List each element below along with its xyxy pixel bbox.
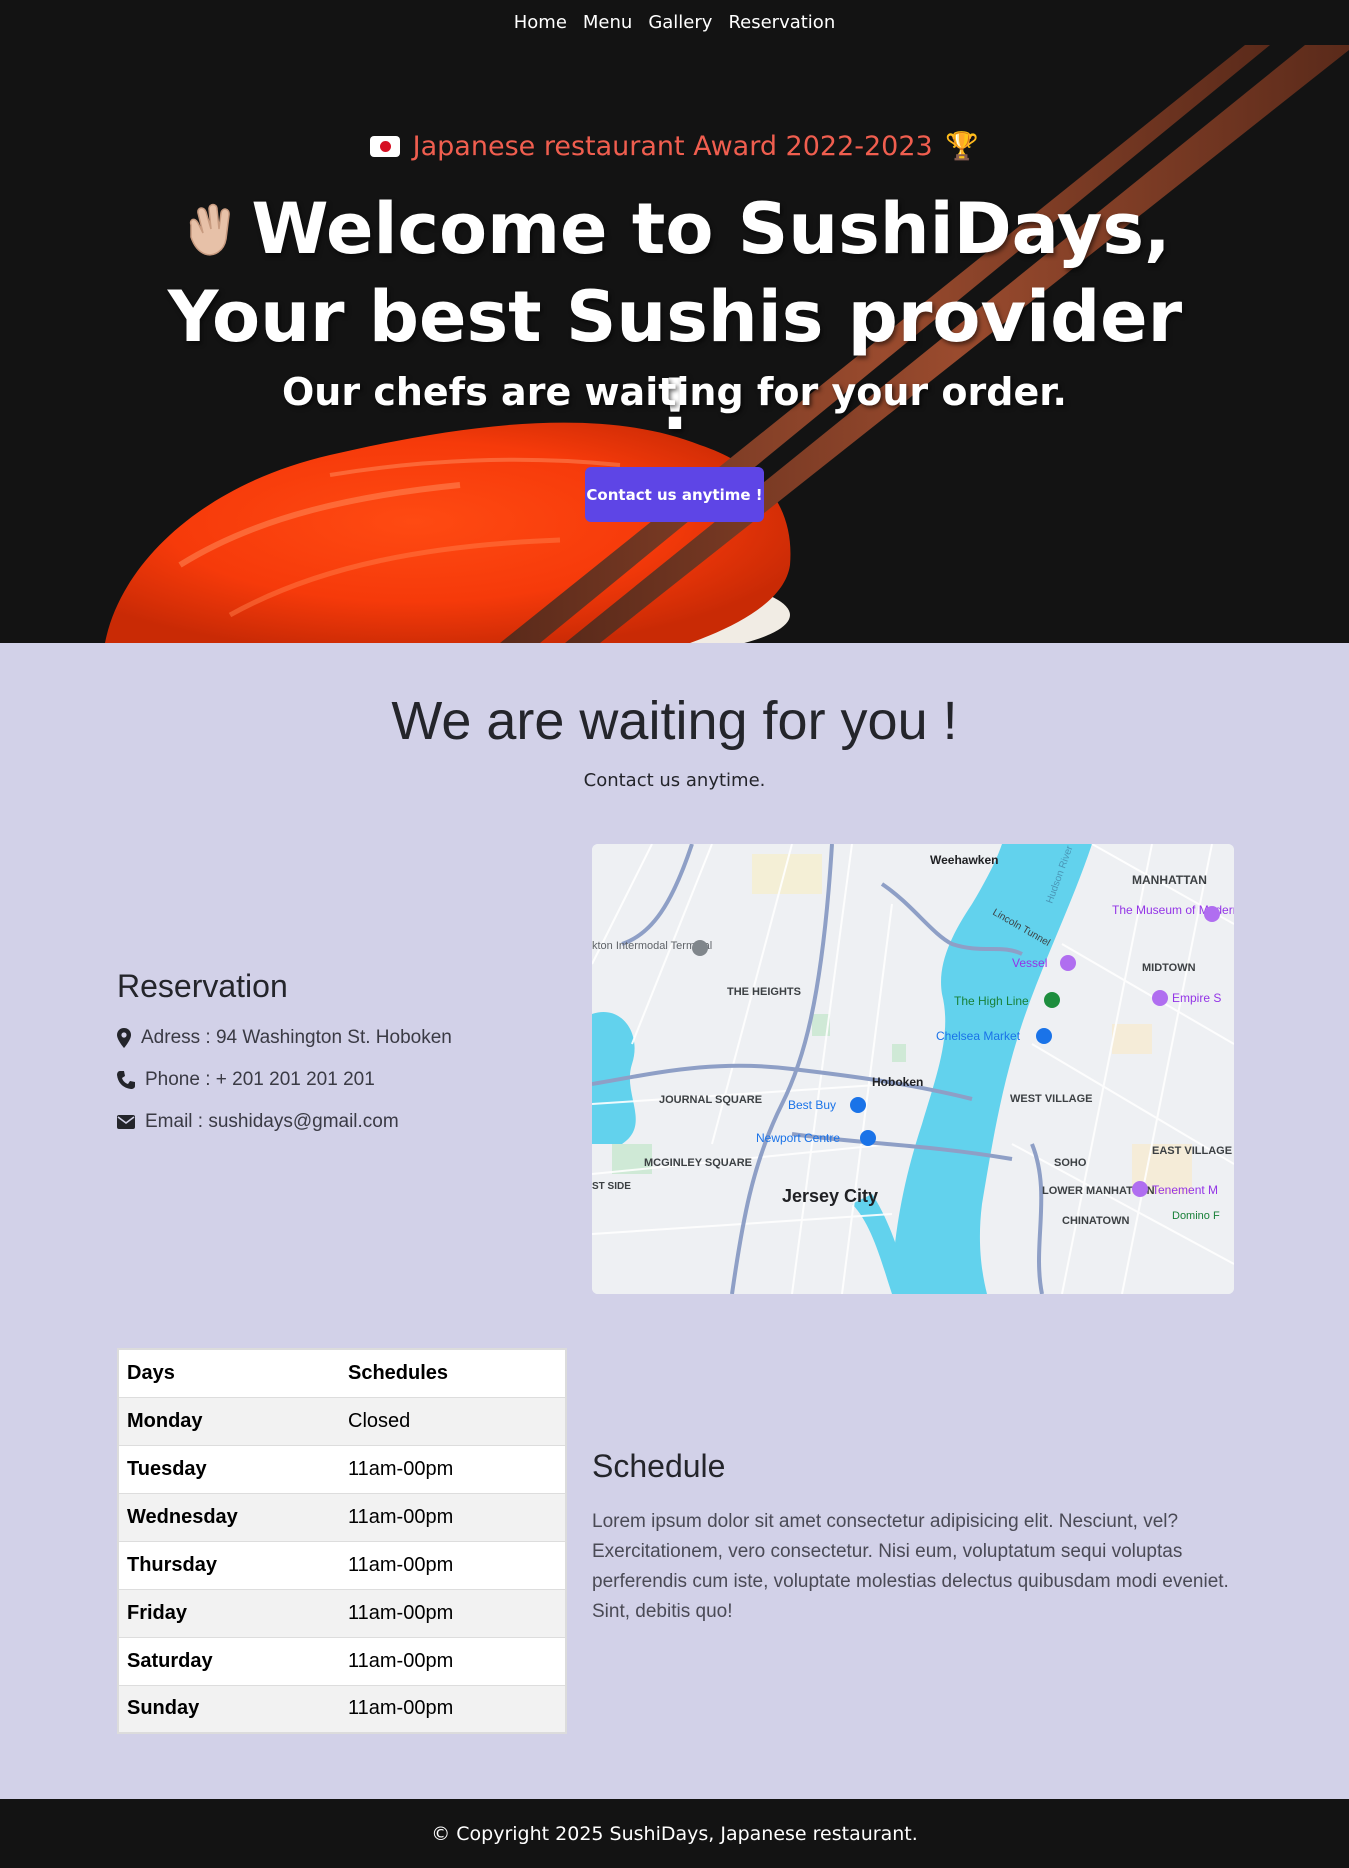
footer-text: © Copyright 2025 SushiDays, Japanese res…	[431, 1822, 918, 1845]
map-label-midtown: MIDTOWN	[1142, 962, 1196, 974]
map-label-tenement: Tenement M	[1152, 1183, 1218, 1197]
map-label-eastvillage: EAST VILLAGE	[1152, 1145, 1232, 1157]
award-line: Japanese restaurant Award 2022-2023 🏆	[0, 130, 1349, 162]
award-text: Japanese restaurant Award 2022-2023	[412, 131, 933, 162]
map-label-empire: Empire S	[1172, 991, 1221, 1005]
table-cell-hours: 11am-00pm	[340, 1684, 566, 1733]
map-label-westside: ST SIDE	[592, 1181, 631, 1192]
schedule-block: Schedule Lorem ipsum dolor sit amet cons…	[592, 1448, 1242, 1627]
table-row: Friday 11am-00pm	[118, 1588, 566, 1637]
table-header-row: Days Schedules	[118, 1348, 566, 1397]
contact-title: We are waiting for you !	[391, 691, 958, 751]
table-cell-day: Friday	[118, 1588, 340, 1637]
table-cell-hours: 11am-00pm	[340, 1588, 566, 1637]
map-label-journal: JOURNAL SQUARE	[659, 1094, 762, 1106]
hero-subtitle: Our chefs are waiting for your order.	[282, 370, 1067, 414]
japan-flag-icon	[370, 136, 401, 157]
map-label-chelsea: Chelsea Market	[936, 1029, 1021, 1043]
table-cell-day: Wednesday	[118, 1492, 340, 1541]
phone-row: Phone : + 201 201 201 201	[117, 1069, 547, 1091]
schedule-table: Days Schedules Monday Closed Tuesday 11a…	[117, 1348, 567, 1734]
table-row: Thursday 11am-00pm	[118, 1540, 566, 1589]
contact-button[interactable]: Contact us anytime !	[585, 467, 764, 522]
table-cell-hours: 11am-00pm	[340, 1492, 566, 1541]
reservation-heading: Reservation	[117, 968, 288, 1004]
table-row: Sunday 11am-00pm	[118, 1684, 566, 1733]
address-row: Adress : 94 Washington St. Hoboken	[117, 1027, 547, 1049]
hero-section: Japanese restaurant Award 2022-2023 🏆 We…	[0, 45, 1349, 643]
table-row: Saturday 11am-00pm	[118, 1636, 566, 1685]
map-label-newport: Newport Centre	[756, 1131, 840, 1145]
map-label-weehawken: Weehawken	[930, 853, 998, 867]
table-header-days: Days	[118, 1348, 340, 1397]
map-label-westvillage: WEST VILLAGE	[1010, 1093, 1093, 1105]
waving-hand-icon	[190, 203, 231, 256]
table-cell-day: Tuesday	[118, 1444, 340, 1493]
email-text: Email : sushidays@gmail.com	[145, 1111, 399, 1132]
trophy-icon: 🏆	[945, 131, 979, 162]
map-label-soho: SOHO	[1054, 1157, 1087, 1169]
table-cell-day: Monday	[118, 1396, 340, 1445]
map-label-bestbuy: Best Buy	[788, 1098, 836, 1112]
location-map[interactable]: Hudson River Weehawken MANHATTAN The Mus…	[592, 844, 1234, 1294]
table-cell-day: Saturday	[118, 1636, 340, 1685]
map-label-jersey: Jersey City	[782, 1186, 878, 1206]
contact-subtitle: Contact us anytime.	[583, 770, 766, 791]
envelope-icon	[117, 1115, 135, 1129]
location-pin-icon	[117, 1028, 131, 1048]
table-row: Wednesday 11am-00pm	[118, 1492, 566, 1541]
email-row: Email : sushidays@gmail.com	[117, 1111, 547, 1133]
table-cell-hours: 11am-00pm	[340, 1444, 566, 1493]
address-text: Adress : 94 Washington St. Hoboken	[141, 1027, 452, 1048]
schedule-heading: Schedule	[592, 1448, 726, 1484]
nav-gallery[interactable]: Gallery	[648, 12, 712, 33]
map-label-hoboken: Hoboken	[872, 1075, 923, 1089]
table-cell-day: Thursday	[118, 1540, 340, 1589]
nav-home[interactable]: Home	[514, 12, 567, 33]
footer: © Copyright 2025 SushiDays, Japanese res…	[0, 1799, 1349, 1868]
table-cell-day: Sunday	[118, 1684, 340, 1733]
nav-reservation[interactable]: Reservation	[728, 12, 835, 33]
table-row: Tuesday 11am-00pm	[118, 1444, 566, 1493]
map-label-mcginley: MCGINLEY SQUARE	[644, 1157, 752, 1169]
map-label-manhattan: MANHATTAN	[1132, 873, 1207, 887]
map-label-domino: Domino F	[1172, 1210, 1220, 1222]
table-header-schedules: Schedules	[340, 1348, 566, 1397]
map-label-vessel: Vessel	[1012, 956, 1047, 970]
table-cell-hours: 11am-00pm	[340, 1636, 566, 1685]
table-row: Monday Closed	[118, 1396, 566, 1445]
reservation-block: Reservation Adress : 94 Washington St. H…	[117, 968, 547, 1153]
map-label-highline: The High Line	[954, 994, 1029, 1008]
phone-icon	[117, 1071, 135, 1089]
map-graphic: Hudson River Weehawken MANHATTAN The Mus…	[592, 844, 1234, 1294]
table-cell-hours: Closed	[340, 1396, 566, 1445]
map-label-chinatown: CHINATOWN	[1062, 1215, 1129, 1227]
schedule-text: Lorem ipsum dolor sit amet consectetur a…	[592, 1511, 1229, 1622]
phone-text: Phone : + 201 201 201 201	[145, 1069, 375, 1090]
table-cell-hours: 11am-00pm	[340, 1540, 566, 1589]
top-nav: Home Menu Gallery Reservation	[0, 0, 1349, 45]
nav-menu[interactable]: Menu	[583, 12, 632, 33]
map-label-heights: THE HEIGHTS	[727, 986, 801, 998]
